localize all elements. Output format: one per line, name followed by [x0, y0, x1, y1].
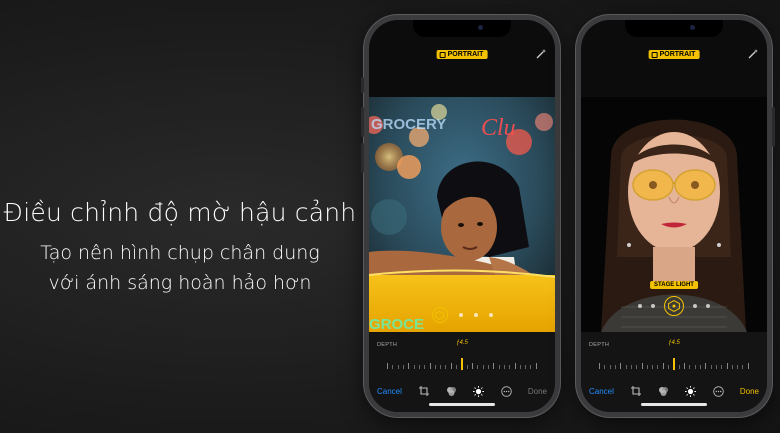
filters-icon[interactable] [657, 385, 669, 397]
done-button[interactable]: Done [528, 387, 547, 396]
depth-label: DEPTH [589, 342, 610, 348]
portrait-mode-label: PORTRAIT [659, 51, 696, 58]
lighting-option-dot[interactable] [706, 304, 710, 308]
lighting-selector[interactable] [369, 307, 555, 323]
portrait-mode-badge[interactable]: PORTRAIT [648, 50, 700, 59]
sign-club: Clu [481, 115, 516, 141]
edit-actions: Cancel Done [377, 385, 547, 397]
notch [625, 20, 723, 37]
headline: Điều chỉnh độ mờ hậu cảnh Tạo nên hình c… [0, 198, 360, 298]
crop-rotate-icon[interactable] [418, 385, 430, 397]
phone-right: PORTRAIT STAGE LIGHT DEPTH ƒ4.5 Cancel D… [576, 15, 775, 417]
cancel-button[interactable]: Cancel [377, 387, 402, 396]
adjust-light-icon[interactable] [473, 385, 485, 397]
headline-line-2: với ánh sáng hoàn hảo hơn [48, 272, 312, 294]
portrait-cube-icon [651, 51, 658, 58]
lighting-mode-label: STAGE LIGHT [650, 281, 698, 289]
phone-right-screen: PORTRAIT STAGE LIGHT DEPTH ƒ4.5 Cancel D… [581, 20, 767, 412]
natural-light-option[interactable] [431, 307, 448, 323]
lighting-selector[interactable] [581, 296, 767, 316]
lighting-option-dot[interactable] [693, 304, 697, 308]
stage-light-option[interactable] [664, 296, 684, 316]
lighting-option-dot[interactable] [651, 304, 655, 308]
edit-toolbar: DEPTH ƒ4.5 Cancel Done [369, 332, 555, 412]
portrait-photo-left: GROCERY Clu GROCE [369, 97, 555, 332]
volume-up-button [361, 107, 364, 137]
side-button [361, 77, 364, 93]
headline-line-1: Tạo nên hình chụp chân dung [40, 242, 320, 264]
portrait-cube-icon [439, 51, 446, 58]
depth-label: DEPTH [377, 342, 398, 348]
phone-left-screen: PORTRAIT GROCERY Clu GROCE DEPTH ƒ4.5 Ca… [369, 20, 555, 412]
home-indicator[interactable] [429, 403, 495, 406]
more-icon[interactable] [500, 385, 512, 397]
magic-wand-icon[interactable] [535, 48, 547, 60]
portrait-photo-right: STAGE LIGHT [581, 97, 767, 332]
portrait-mode-label: PORTRAIT [447, 51, 484, 58]
depth-slider-handle[interactable] [461, 358, 463, 370]
sign-grocery: GROCERY [371, 116, 446, 133]
crop-rotate-icon[interactable] [630, 385, 642, 397]
cancel-button[interactable]: Cancel [589, 387, 614, 396]
done-button[interactable]: Done [740, 387, 759, 396]
lighting-option-dot[interactable] [458, 313, 463, 317]
lighting-option-dot[interactable] [473, 313, 478, 317]
side-button [772, 107, 775, 147]
phone-left: PORTRAIT GROCERY Clu GROCE DEPTH ƒ4.5 Ca… [361, 15, 560, 417]
home-indicator[interactable] [641, 403, 707, 406]
adjust-light-icon[interactable] [685, 385, 697, 397]
filters-icon[interactable] [445, 385, 457, 397]
aperture-value: ƒ4.5 [668, 340, 680, 346]
aperture-value: ƒ4.5 [456, 340, 468, 346]
edit-toolbar: DEPTH ƒ4.5 Cancel Done [581, 332, 767, 412]
volume-down-button [361, 143, 364, 173]
headline-title: Điều chỉnh độ mờ hậu cảnh [3, 198, 357, 227]
lighting-option-dot[interactable] [638, 304, 642, 308]
notch [413, 20, 511, 37]
lighting-option-dot[interactable] [488, 313, 493, 317]
more-icon[interactable] [712, 385, 724, 397]
edit-actions: Cancel Done [589, 385, 759, 397]
magic-wand-icon[interactable] [747, 48, 759, 60]
depth-slider-handle[interactable] [673, 358, 675, 370]
headline-subtitle: Tạo nên hình chụp chân dung với ánh sáng… [0, 238, 360, 298]
portrait-mode-badge[interactable]: PORTRAIT [436, 50, 488, 59]
